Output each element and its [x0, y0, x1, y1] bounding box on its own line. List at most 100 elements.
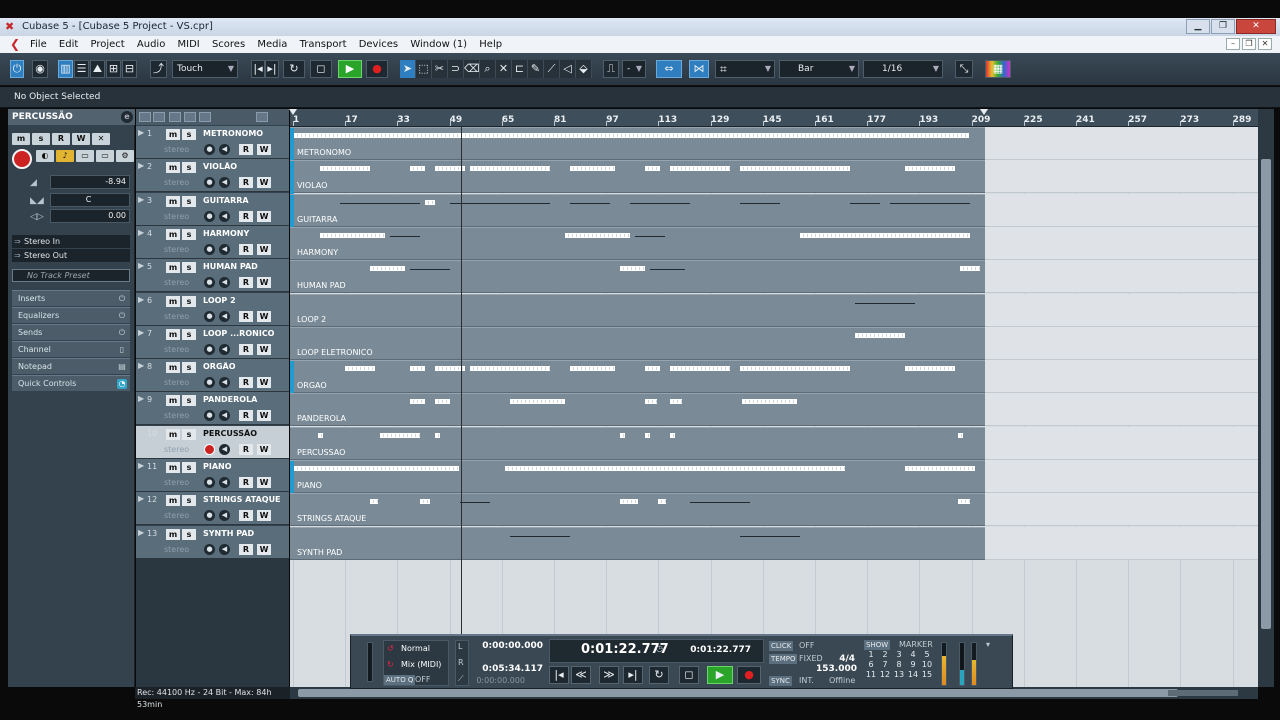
audio-event[interactable]: [855, 302, 915, 304]
inspector-lock-icon[interactable]: ✕: [92, 133, 110, 145]
show-overview-button[interactable]: ⛰: [90, 60, 105, 78]
track-header[interactable]: ▶ 4 m s HARMONY stereo ● ◀ R W: [136, 225, 289, 259]
track-name[interactable]: STRINGS ATAQUE: [203, 495, 287, 504]
track-expand-icon[interactable]: ▶: [138, 328, 144, 337]
audio-event[interactable]: [510, 535, 570, 537]
track-header[interactable]: ▶ 7 m s LOOP ...RONICO stereo ● ◀ R W: [136, 325, 289, 359]
audio-event[interactable]: [620, 499, 638, 505]
audio-event[interactable]: [740, 166, 850, 172]
menu-help[interactable]: Help: [479, 39, 502, 50]
audio-event[interactable]: [958, 432, 963, 438]
track-expand-icon[interactable]: ▶: [138, 494, 144, 503]
marker-button[interactable]: 6: [864, 660, 878, 669]
close-button[interactable]: ✕: [1236, 19, 1276, 34]
audio-part[interactable]: SYNTH PAD: [290, 526, 985, 560]
audio-event[interactable]: [635, 235, 665, 237]
track-name[interactable]: PANDEROLA: [203, 395, 287, 404]
nudge-select[interactable]: - ▼: [622, 60, 646, 78]
inspector-monitor-button[interactable]: ◐: [36, 150, 54, 162]
track-mute-button[interactable]: m: [166, 129, 180, 140]
track-mute-button[interactable]: m: [166, 395, 180, 407]
timeline-ruler[interactable]: 1 17 33 49 65 81 97 113 129 145 161 177 193 209 225 241…: [289, 109, 1258, 127]
inspector-freeze-icon[interactable]: ▭: [76, 150, 94, 162]
horizontal-zoom-slider[interactable]: [1168, 690, 1238, 696]
track-write-button[interactable]: W: [257, 477, 271, 488]
right-locator-time[interactable]: 0:05:34.117: [473, 664, 543, 674]
track-list-mute-all-icon[interactable]: [139, 112, 151, 122]
track-list-solo-all-icon[interactable]: [153, 112, 165, 122]
track-record-enable-button[interactable]: ●: [204, 243, 215, 255]
output-routing-select[interactable]: Stereo Out: [12, 249, 130, 262]
audio-part[interactable]: HARMONY: [290, 226, 985, 260]
audio-event[interactable]: [410, 166, 425, 172]
marker-button[interactable]: 11: [864, 670, 878, 679]
time-signature[interactable]: 4/4: [825, 654, 855, 664]
track-list-read-all-icon[interactable]: [169, 112, 181, 122]
track-read-button[interactable]: R: [239, 277, 253, 289]
track-read-button[interactable]: R: [239, 377, 253, 389]
track-write-button[interactable]: W: [257, 177, 271, 189]
glue-tool-icon[interactable]: ⊃: [448, 60, 464, 78]
track-name[interactable]: LOOP 2: [203, 296, 287, 305]
audio-event[interactable]: [740, 535, 800, 537]
audio-part[interactable]: GUITARRA: [290, 193, 985, 228]
audio-part[interactable]: VIOLAO: [290, 160, 985, 195]
play-button[interactable]: ▶: [338, 60, 362, 78]
time-format-icon[interactable]: ◷: [656, 644, 663, 653]
track-header[interactable]: ▶ 11 m s PIANO stereo ● ◀ R W: [136, 459, 289, 492]
inspector-section-notepad[interactable]: Notepad ▤: [12, 358, 130, 374]
audio-event[interactable]: [645, 166, 660, 172]
track-mute-button[interactable]: m: [166, 528, 180, 540]
inspector-track-name[interactable]: PERCUSSÃO e: [8, 109, 135, 125]
show-inspector-button[interactable]: ▥: [58, 60, 73, 78]
track-read-button[interactable]: R: [239, 210, 253, 222]
menu-audio[interactable]: Audio: [137, 39, 165, 50]
audio-event[interactable]: [620, 266, 645, 272]
audio-event[interactable]: [740, 366, 850, 372]
track-read-button[interactable]: R: [239, 310, 253, 322]
track-write-button[interactable]: W: [257, 543, 271, 555]
channel-strip-icon[interactable]: ▯: [117, 345, 127, 355]
track-read-button[interactable]: R: [239, 177, 253, 189]
auto-quantize-label[interactable]: AUTO Q: [384, 675, 416, 685]
audio-event[interactable]: [670, 432, 675, 438]
track-mute-button[interactable]: m: [166, 462, 180, 473]
track-expand-icon[interactable]: ▶: [138, 128, 144, 137]
audio-event[interactable]: [450, 202, 550, 204]
inspector-section-sends[interactable]: Sends ⏻: [12, 324, 130, 340]
marker-button[interactable]: 4: [906, 650, 920, 659]
track-monitor-button[interactable]: ◀: [219, 343, 230, 355]
track-name[interactable]: GUITARRA: [203, 196, 287, 205]
audio-part[interactable]: PIANO: [290, 460, 985, 494]
snap-mode-button[interactable]: ⇔: [656, 60, 682, 78]
automation-icon[interactable]: ⤴: [150, 60, 167, 78]
track-monitor-button[interactable]: ◀: [219, 277, 230, 289]
audio-event[interactable]: [670, 366, 730, 372]
marker-button[interactable]: 2: [878, 650, 892, 659]
audio-event[interactable]: [390, 235, 420, 237]
tempo-value[interactable]: 153.000: [807, 664, 857, 674]
track-write-button[interactable]: W: [257, 510, 271, 522]
track-solo-button[interactable]: s: [182, 262, 196, 274]
track-write-button[interactable]: W: [257, 410, 271, 422]
marker-button[interactable]: 10: [920, 660, 934, 669]
autoscroll-icon[interactable]: ⎍: [603, 60, 619, 78]
track-read-button[interactable]: R: [239, 443, 253, 455]
audio-event[interactable]: [690, 502, 750, 504]
audio-event[interactable]: [410, 269, 450, 271]
audio-event[interactable]: [740, 202, 780, 204]
track-record-enable-button[interactable]: ●: [204, 277, 215, 289]
sync-label[interactable]: SYNC: [769, 676, 792, 686]
go-to-start-button[interactable]: |◂: [549, 666, 569, 684]
transport-play-button[interactable]: ▶: [707, 666, 733, 684]
audio-event[interactable]: [960, 266, 980, 272]
audio-event[interactable]: [645, 432, 650, 438]
track-header[interactable]: ▶ 6 m s LOOP 2 stereo ● ◀ R W: [136, 292, 289, 326]
track-preset-select[interactable]: No Track Preset: [12, 269, 130, 282]
horizontal-scroll-thumb[interactable]: [298, 689, 1178, 697]
marker-button[interactable]: 1: [864, 650, 878, 659]
audio-event[interactable]: [435, 399, 450, 405]
audio-event[interactable]: [650, 269, 685, 271]
menu-edit[interactable]: Edit: [59, 39, 78, 50]
track-write-button[interactable]: W: [257, 443, 271, 455]
